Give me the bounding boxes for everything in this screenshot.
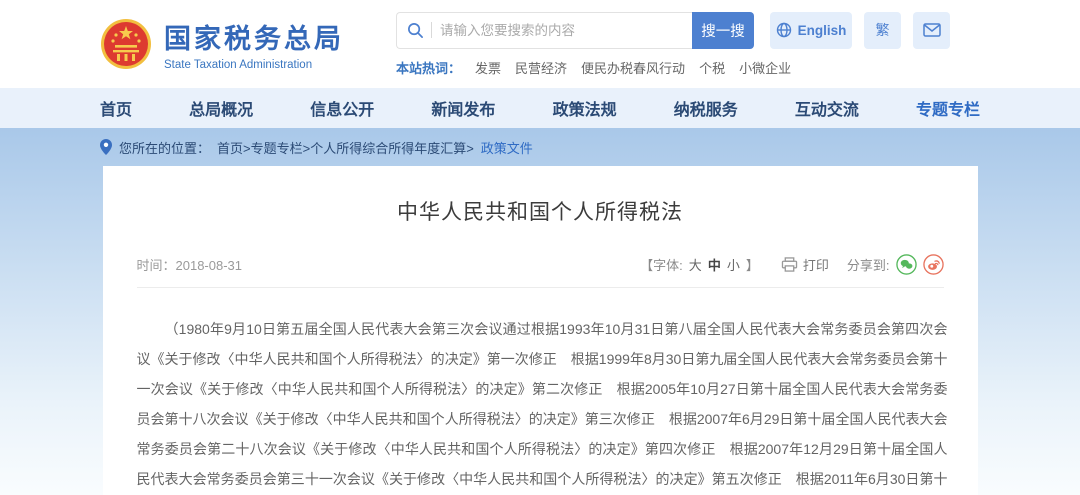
hot-words: 本站热词： 发票 民营经济 便民办税春风行动 个税 小微企业 [396, 58, 950, 77]
site-title: 国家税务总局 [164, 17, 344, 56]
share-label: 分享到: [847, 255, 890, 274]
hot-word-link[interactable]: 个税 [699, 58, 725, 77]
article-card: 中华人民共和国个人所得税法 时间：2018-08-31 【字体: 大 中 小 】 [103, 166, 978, 495]
date-value: 2018-08-31 [176, 258, 243, 273]
font-size-controls: 【字体: 大 中 小 】 [640, 255, 759, 274]
font-size-small[interactable]: 小 [727, 255, 740, 274]
article-title: 中华人民共和国个人所得税法 [103, 196, 978, 226]
article-body: （1980年9月10日第五届全国人民代表大会第三次会议通过根据1993年10月3… [103, 288, 978, 495]
print-label: 打印 [803, 255, 829, 274]
font-size-large[interactable]: 大 [689, 255, 702, 274]
nav-item-policies[interactable]: 政策法规 [553, 96, 617, 120]
search-divider [431, 22, 432, 38]
nav-item-overview[interactable]: 总局概况 [189, 96, 253, 120]
breadcrumb-trail[interactable]: 首页>专题专栏>个人所得综合所得年度汇算> [217, 138, 474, 157]
nav-item-info-disclosure[interactable]: 信息公开 [310, 96, 374, 120]
breadcrumb-label: 您所在的位置： [119, 138, 210, 157]
hot-word-link[interactable]: 便民办税春风行动 [581, 58, 685, 77]
national-emblem-icon [100, 18, 152, 70]
hot-words-label: 本站热词： [396, 58, 461, 77]
site-subtitle: State Taxation Administration [164, 59, 344, 71]
hot-word-link[interactable]: 小微企业 [739, 58, 791, 77]
article-date: 时间：2018-08-31 [137, 255, 243, 274]
font-size-medium[interactable]: 中 [708, 255, 721, 274]
nav-item-news[interactable]: 新闻发布 [431, 96, 495, 120]
english-label: English [798, 23, 847, 38]
globe-icon [776, 22, 792, 38]
article-meta: 时间：2018-08-31 【字体: 大 中 小 】 [103, 254, 978, 275]
print-button[interactable]: 打印 [781, 255, 829, 274]
weibo-share-icon[interactable] [923, 254, 944, 275]
nav-item-tax-services[interactable]: 纳税服务 [674, 96, 738, 120]
nav-item-home[interactable]: 首页 [100, 96, 132, 120]
hot-word-link[interactable]: 民营经济 [515, 58, 567, 77]
font-size-prefix: 【字体: [640, 255, 683, 274]
nav-item-special-topics[interactable]: 专题专栏 [916, 96, 980, 120]
site-header: 国家税务总局 State Taxation Administration 搜一搜 [0, 0, 1080, 88]
search-icon [407, 22, 424, 39]
search-button[interactable]: 搜一搜 [692, 12, 754, 49]
location-pin-icon [100, 139, 112, 155]
site-logo[interactable]: 国家税务总局 State Taxation Administration [100, 17, 344, 71]
traditional-chinese-button[interactable]: 繁 [864, 12, 901, 49]
breadcrumb: 您所在的位置： 首页>专题专栏>个人所得综合所得年度汇算> 政策文件 [0, 128, 1080, 166]
nav-item-interaction[interactable]: 互动交流 [795, 96, 859, 120]
printer-icon [781, 257, 798, 272]
search-area: 搜一搜 English 繁 [396, 12, 950, 77]
hot-word-link[interactable]: 发票 [475, 58, 501, 77]
mail-button[interactable] [913, 12, 950, 49]
main-nav: 首页 总局概况 信息公开 新闻发布 政策法规 纳税服务 互动交流 专题专栏 [0, 88, 1080, 128]
search-input[interactable] [440, 23, 682, 38]
date-label: 时间： [137, 258, 176, 273]
wechat-share-icon[interactable] [896, 254, 917, 275]
english-button[interactable]: English [770, 12, 852, 49]
share-controls: 分享到: [847, 254, 944, 275]
search-box [396, 12, 692, 49]
font-size-suffix: 】 [746, 255, 759, 274]
breadcrumb-current[interactable]: 政策文件 [481, 138, 533, 157]
content-zone: 您所在的位置： 首页>专题专栏>个人所得综合所得年度汇算> 政策文件 中华人民共… [0, 128, 1080, 495]
mail-icon [923, 23, 941, 37]
